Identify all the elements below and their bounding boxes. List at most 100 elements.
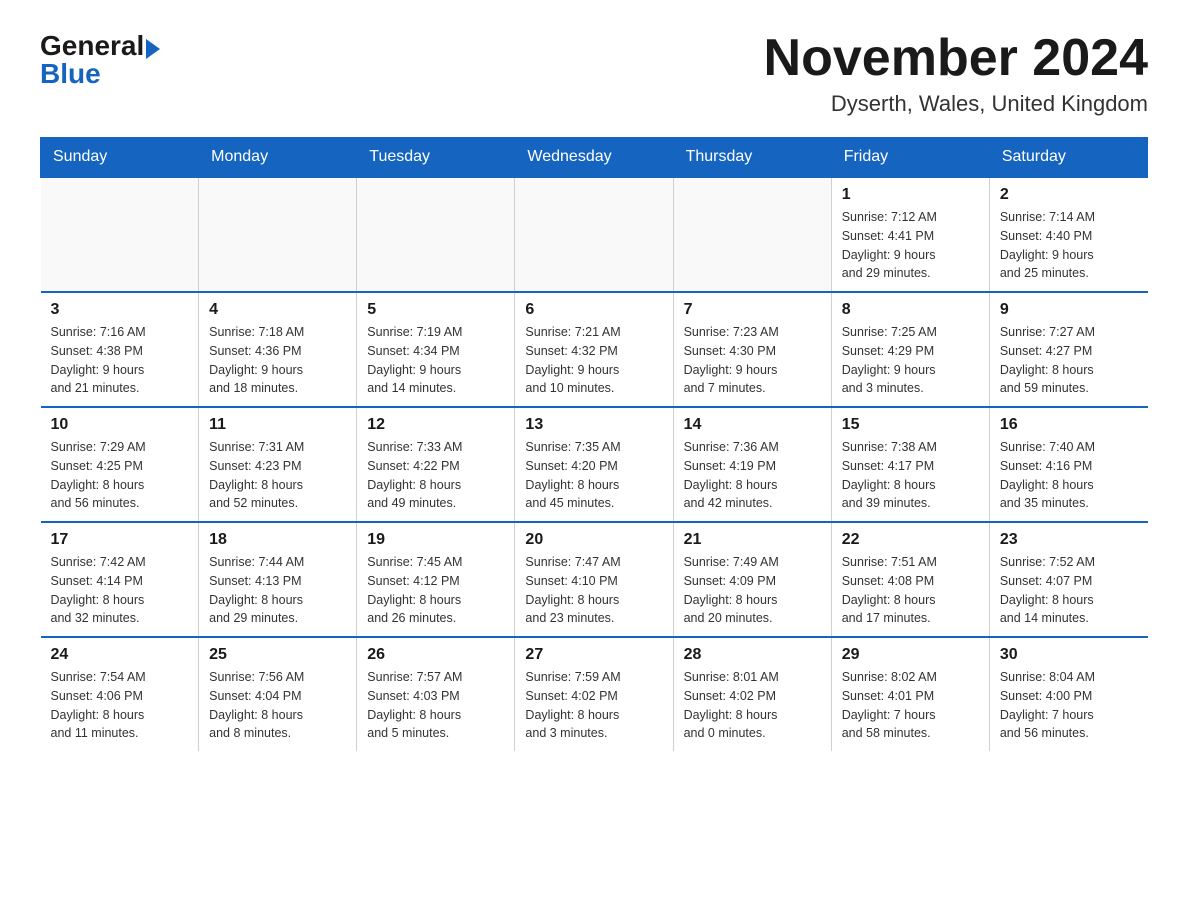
day-cell: 2Sunrise: 7:14 AM Sunset: 4:40 PM Daylig… xyxy=(989,177,1147,292)
day-info: Sunrise: 7:14 AM Sunset: 4:40 PM Dayligh… xyxy=(1000,208,1138,283)
day-info: Sunrise: 7:51 AM Sunset: 4:08 PM Dayligh… xyxy=(842,553,979,628)
day-number: 3 xyxy=(51,301,189,319)
day-info: Sunrise: 7:56 AM Sunset: 4:04 PM Dayligh… xyxy=(209,668,346,743)
header-cell-tuesday: Tuesday xyxy=(357,138,515,178)
day-number: 12 xyxy=(367,416,504,434)
day-cell xyxy=(199,177,357,292)
day-number: 9 xyxy=(1000,301,1138,319)
day-info: Sunrise: 7:25 AM Sunset: 4:29 PM Dayligh… xyxy=(842,323,979,398)
day-info: Sunrise: 7:36 AM Sunset: 4:19 PM Dayligh… xyxy=(684,438,821,513)
day-cell: 8 Sunrise: 7:25 AM Sunset: 4:29 PM Daylig… xyxy=(831,292,989,407)
day-number: 5 xyxy=(367,301,504,319)
day-info: Sunrise: 7:35 AM Sunset: 4:20 PM Dayligh… xyxy=(525,438,662,513)
day-number: 28 xyxy=(684,646,821,664)
day-info: Sunrise: 7:12 AM Sunset: 4:41 PM Dayligh… xyxy=(842,208,979,283)
day-info: Sunrise: 7:47 AM Sunset: 4:10 PM Dayligh… xyxy=(525,553,662,628)
day-cell: 11 Sunrise: 7:31 AM Sunset: 4:23 PM Dayli… xyxy=(199,407,357,522)
day-cell xyxy=(673,177,831,292)
day-number: 23 xyxy=(1000,531,1138,549)
day-info: Sunrise: 7:33 AM Sunset: 4:22 PM Dayligh… xyxy=(367,438,504,513)
day-cell: 20Sunrise: 7:47 AM Sunset: 4:10 PM Dayli… xyxy=(515,522,673,637)
day-info: Sunrise: 7:40 AM Sunset: 4:16 PM Dayligh… xyxy=(1000,438,1138,513)
day-info: Sunrise: 7:29 AM Sunset: 4:25 PM Dayligh… xyxy=(51,438,189,513)
day-cell: 22 Sunrise: 7:51 AM Sunset: 4:08 PM Dayli… xyxy=(831,522,989,637)
header-cell-monday: Monday xyxy=(199,138,357,178)
week-row-5: 24Sunrise: 7:54 AM Sunset: 4:06 PM Dayli… xyxy=(41,637,1148,751)
day-number: 7 xyxy=(684,301,821,319)
day-cell: 1 Sunrise: 7:12 AM Sunset: 4:41 PM Daylig… xyxy=(831,177,989,292)
day-number: 29 xyxy=(842,646,979,664)
header: General Blue November 2024 Dyserth, Wale… xyxy=(40,30,1148,117)
logo-general: General xyxy=(40,30,144,61)
day-cell: 16Sunrise: 7:40 AM Sunset: 4:16 PM Dayli… xyxy=(989,407,1147,522)
day-cell: 6Sunrise: 7:21 AM Sunset: 4:32 PM Daylig… xyxy=(515,292,673,407)
day-number: 17 xyxy=(51,531,189,549)
day-cell: 13 Sunrise: 7:35 AM Sunset: 4:20 PM Dayli… xyxy=(515,407,673,522)
day-number: 22 xyxy=(842,531,979,549)
day-number: 18 xyxy=(209,531,346,549)
day-number: 4 xyxy=(209,301,346,319)
week-row-3: 10 Sunrise: 7:29 AM Sunset: 4:25 PM Dayli… xyxy=(41,407,1148,522)
day-number: 8 xyxy=(842,301,979,319)
day-cell: 4Sunrise: 7:18 AM Sunset: 4:36 PM Daylig… xyxy=(199,292,357,407)
day-number: 15 xyxy=(842,416,979,434)
day-number: 13 xyxy=(525,416,662,434)
day-cell: 18 Sunrise: 7:44 AM Sunset: 4:13 PM Dayli… xyxy=(199,522,357,637)
day-info: Sunrise: 8:01 AM Sunset: 4:02 PM Dayligh… xyxy=(684,668,821,743)
day-number: 27 xyxy=(525,646,662,664)
day-info: Sunrise: 7:44 AM Sunset: 4:13 PM Dayligh… xyxy=(209,553,346,628)
day-number: 19 xyxy=(367,531,504,549)
day-number: 25 xyxy=(209,646,346,664)
day-info: Sunrise: 7:23 AM Sunset: 4:30 PM Dayligh… xyxy=(684,323,821,398)
day-cell: 12 Sunrise: 7:33 AM Sunset: 4:22 PM Dayli… xyxy=(357,407,515,522)
week-row-1: 1 Sunrise: 7:12 AM Sunset: 4:41 PM Daylig… xyxy=(41,177,1148,292)
day-cell: 23 Sunrise: 7:52 AM Sunset: 4:07 PM Dayli… xyxy=(989,522,1147,637)
day-cell: 15 Sunrise: 7:38 AM Sunset: 4:17 PM Dayli… xyxy=(831,407,989,522)
day-cell: 7 Sunrise: 7:23 AM Sunset: 4:30 PM Daylig… xyxy=(673,292,831,407)
day-cell: 5 Sunrise: 7:19 AM Sunset: 4:34 PM Daylig… xyxy=(357,292,515,407)
day-cell: 28 Sunrise: 8:01 AM Sunset: 4:02 PM Dayli… xyxy=(673,637,831,751)
day-number: 1 xyxy=(842,186,979,204)
calendar-subtitle: Dyserth, Wales, United Kingdom xyxy=(764,91,1148,117)
day-number: 6 xyxy=(525,301,662,319)
day-number: 10 xyxy=(51,416,189,434)
calendar-table: SundayMondayTuesdayWednesdayThursdayFrid… xyxy=(40,137,1148,751)
day-info: Sunrise: 7:52 AM Sunset: 4:07 PM Dayligh… xyxy=(1000,553,1138,628)
day-info: Sunrise: 7:16 AM Sunset: 4:38 PM Dayligh… xyxy=(51,323,189,398)
day-info: Sunrise: 7:31 AM Sunset: 4:23 PM Dayligh… xyxy=(209,438,346,513)
day-info: Sunrise: 8:04 AM Sunset: 4:00 PM Dayligh… xyxy=(1000,668,1138,743)
logo-area: General Blue xyxy=(40,30,160,90)
day-number: 30 xyxy=(1000,646,1138,664)
day-cell: 10 Sunrise: 7:29 AM Sunset: 4:25 PM Dayli… xyxy=(41,407,199,522)
day-cell: 29 Sunrise: 8:02 AM Sunset: 4:01 PM Dayli… xyxy=(831,637,989,751)
logo-blue: Blue xyxy=(40,58,101,89)
day-info: Sunrise: 7:19 AM Sunset: 4:34 PM Dayligh… xyxy=(367,323,504,398)
calendar-title: November 2024 xyxy=(764,30,1148,87)
logo-triangle-icon xyxy=(146,39,160,59)
title-area: November 2024 Dyserth, Wales, United Kin… xyxy=(764,30,1148,117)
day-number: 14 xyxy=(684,416,821,434)
header-cell-thursday: Thursday xyxy=(673,138,831,178)
day-info: Sunrise: 7:45 AM Sunset: 4:12 PM Dayligh… xyxy=(367,553,504,628)
day-cell: 9 Sunrise: 7:27 AM Sunset: 4:27 PM Daylig… xyxy=(989,292,1147,407)
day-cell xyxy=(515,177,673,292)
day-cell: 24Sunrise: 7:54 AM Sunset: 4:06 PM Dayli… xyxy=(41,637,199,751)
day-info: Sunrise: 8:02 AM Sunset: 4:01 PM Dayligh… xyxy=(842,668,979,743)
day-info: Sunrise: 7:42 AM Sunset: 4:14 PM Dayligh… xyxy=(51,553,189,628)
day-cell: 14 Sunrise: 7:36 AM Sunset: 4:19 PM Dayli… xyxy=(673,407,831,522)
day-number: 11 xyxy=(209,416,346,434)
day-cell: 17 Sunrise: 7:42 AM Sunset: 4:14 PM Dayli… xyxy=(41,522,199,637)
header-cell-wednesday: Wednesday xyxy=(515,138,673,178)
day-cell: 3 Sunrise: 7:16 AM Sunset: 4:38 PM Daylig… xyxy=(41,292,199,407)
day-number: 24 xyxy=(51,646,189,664)
day-info: Sunrise: 7:59 AM Sunset: 4:02 PM Dayligh… xyxy=(525,668,662,743)
day-info: Sunrise: 7:38 AM Sunset: 4:17 PM Dayligh… xyxy=(842,438,979,513)
day-number: 26 xyxy=(367,646,504,664)
day-cell: 27 Sunrise: 7:59 AM Sunset: 4:02 PM Dayli… xyxy=(515,637,673,751)
day-info: Sunrise: 7:27 AM Sunset: 4:27 PM Dayligh… xyxy=(1000,323,1138,398)
day-number: 21 xyxy=(684,531,821,549)
header-cell-friday: Friday xyxy=(831,138,989,178)
day-info: Sunrise: 7:49 AM Sunset: 4:09 PM Dayligh… xyxy=(684,553,821,628)
day-cell: 26Sunrise: 7:57 AM Sunset: 4:03 PM Dayli… xyxy=(357,637,515,751)
week-row-4: 17 Sunrise: 7:42 AM Sunset: 4:14 PM Dayli… xyxy=(41,522,1148,637)
